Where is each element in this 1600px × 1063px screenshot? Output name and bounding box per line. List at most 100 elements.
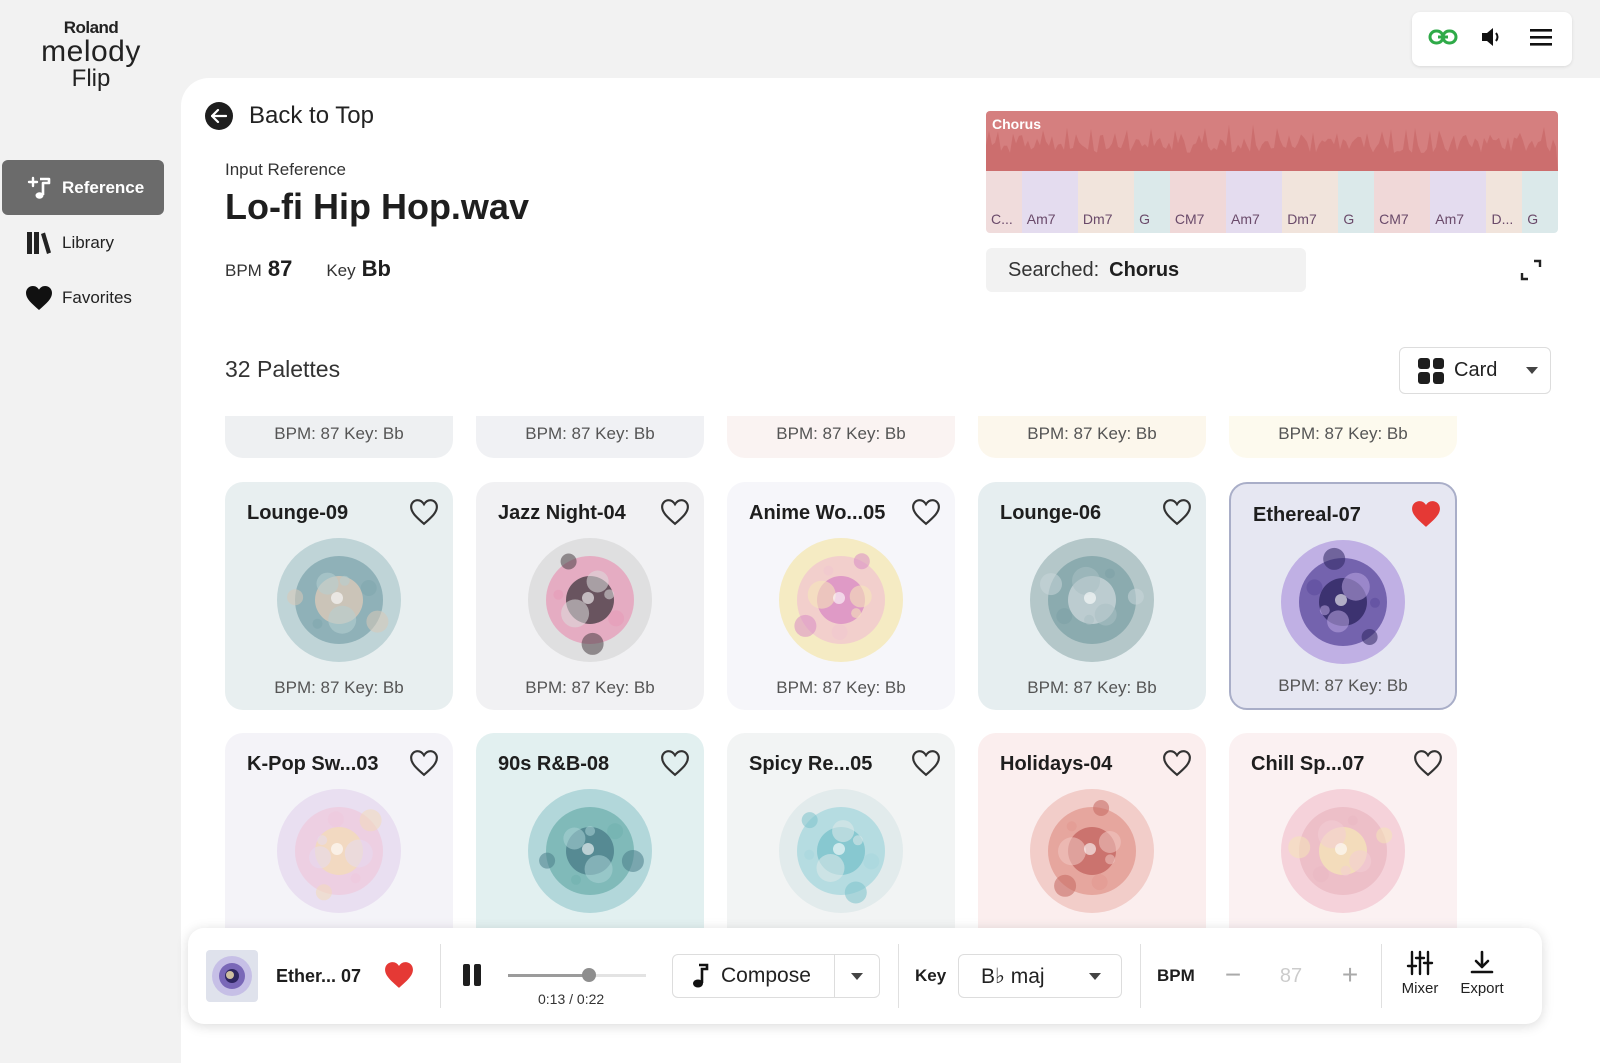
playback-time: 0:13 / 0:22 xyxy=(538,991,605,1007)
export-label: Export xyxy=(1460,980,1504,997)
palette-card[interactable]: Lounge-06 BPM: 87 Key: Bb xyxy=(978,482,1206,710)
favorite-button[interactable] xyxy=(1413,749,1443,779)
palette-card[interactable]: Anime Wo...05 BPM: 87 Key: Bb xyxy=(727,482,955,710)
mixer-button[interactable]: Mixer xyxy=(1392,948,1448,997)
palette-card[interactable]: Holidays-04 xyxy=(978,733,1206,961)
waveform-section: Chorus xyxy=(986,111,1558,171)
volume-button[interactable] xyxy=(1474,21,1510,57)
chord-label: G xyxy=(1527,211,1539,227)
searched-value: Chorus xyxy=(1109,258,1180,281)
palette-visual xyxy=(1022,530,1162,670)
palette-visual xyxy=(269,530,409,670)
view-mode-select[interactable]: Card xyxy=(1399,347,1551,394)
chord-label: CM7 xyxy=(1379,211,1409,227)
music-note-icon xyxy=(691,963,709,989)
logo-product: melody xyxy=(41,35,141,68)
section-label: Chorus xyxy=(992,116,1041,132)
chord-segment[interactable]: G xyxy=(1134,171,1170,233)
sidebar-item-label: Library xyxy=(62,232,114,252)
compose-control: Compose xyxy=(672,954,880,998)
palette-card[interactable]: BPM: 87 Key: Bb xyxy=(727,416,955,458)
favorite-button[interactable] xyxy=(1162,749,1192,779)
key-select[interactable]: B♭ maj xyxy=(958,954,1122,998)
palette-card[interactable]: Spicy Re...05 xyxy=(727,733,955,961)
waveform-graphic xyxy=(986,124,1558,171)
bpm-increment-button[interactable]: + xyxy=(1339,961,1361,990)
bpm-input[interactable] xyxy=(1252,954,1330,998)
chord-segment[interactable]: G xyxy=(1522,171,1558,233)
favorite-button[interactable] xyxy=(911,498,941,528)
library-books-icon xyxy=(24,228,54,258)
palette-card[interactable]: Ethereal-07 BPM: 87 Key: Bb xyxy=(1229,482,1457,710)
chord-segment[interactable]: Dm7 xyxy=(1077,171,1135,233)
favorite-button[interactable] xyxy=(409,749,439,779)
compose-dropdown-button[interactable] xyxy=(835,955,879,997)
menu-button[interactable] xyxy=(1523,21,1559,57)
heart-outline-icon xyxy=(410,499,438,526)
music-note-plus-icon xyxy=(24,173,54,203)
expand-button[interactable] xyxy=(1517,256,1545,284)
link-button[interactable] xyxy=(1425,21,1461,57)
chord-segment[interactable]: Am7 xyxy=(1226,171,1283,233)
chord-segment[interactable]: D... xyxy=(1486,171,1523,233)
sidebar-item-favorites[interactable]: Favorites xyxy=(2,270,164,325)
chord-segment[interactable]: CM7 xyxy=(1169,171,1227,233)
export-button[interactable]: Export xyxy=(1454,948,1510,997)
menu-icon xyxy=(1529,27,1553,52)
heart-icon xyxy=(24,283,54,313)
bpm-value: 87 xyxy=(267,256,293,281)
chord-segment[interactable]: Dm7 xyxy=(1282,171,1339,233)
favorite-button[interactable] xyxy=(660,498,690,528)
favorite-button[interactable] xyxy=(409,498,439,528)
palette-card[interactable]: Lounge-09 BPM: 87 Key: Bb xyxy=(225,482,453,710)
palette-meta: BPM: 87 Key: Bb xyxy=(274,424,404,443)
progress-knob[interactable] xyxy=(582,968,597,982)
palette-title: Chill Sp...07 xyxy=(1251,753,1365,775)
favorite-button[interactable] xyxy=(660,749,690,779)
chord-segment[interactable]: CM7 xyxy=(1374,171,1431,233)
palette-meta: BPM: 87 Key: Bb xyxy=(1278,676,1408,695)
palette-card[interactable]: BPM: 87 Key: Bb xyxy=(1229,416,1457,458)
now-playing-favorite-button[interactable] xyxy=(384,961,414,991)
bpm-decrement-button[interactable]: − xyxy=(1222,961,1244,990)
app-logo[interactable]: Roland melody Flip xyxy=(36,18,146,92)
favorite-button-active[interactable] xyxy=(1411,500,1441,530)
heart-outline-icon xyxy=(410,750,438,777)
palette-card[interactable]: Jazz Night-04 BPM: 87 Key: Bb xyxy=(476,482,704,710)
favorite-button[interactable] xyxy=(911,749,941,779)
now-playing-title: Ether... 07 xyxy=(276,966,362,986)
palette-card[interactable]: BPM: 87 Key: Bb xyxy=(978,416,1206,458)
chord-segment[interactable]: Am7 xyxy=(1021,171,1078,233)
chord-segment[interactable]: G xyxy=(1338,171,1375,233)
palette-meta: BPM: 87 Key: Bb xyxy=(525,678,655,697)
sidebar-item-reference[interactable]: Reference xyxy=(2,160,164,215)
searched-section: Searched: Chorus xyxy=(986,248,1306,292)
now-playing-thumbnail[interactable] xyxy=(206,950,258,1002)
palette-card[interactable]: Chill Sp...07 xyxy=(1229,733,1457,961)
reference-meta: BPM 87 Key Bb xyxy=(225,256,391,282)
palette-card[interactable]: BPM: 87 Key: Bb xyxy=(225,416,453,458)
chord-label: D... xyxy=(1491,211,1514,227)
sidebar-item-library[interactable]: Library xyxy=(2,215,164,270)
chord-segment[interactable]: C... xyxy=(986,171,1022,233)
heart-filled-icon xyxy=(384,962,414,993)
mixer-label: Mixer xyxy=(1401,980,1439,997)
chord-segment[interactable]: Am7 xyxy=(1430,171,1487,233)
heart-outline-icon xyxy=(1163,499,1191,526)
key-value: Bb xyxy=(361,256,391,281)
chord-label: G xyxy=(1343,211,1355,227)
back-to-top-button[interactable]: Back to Top xyxy=(205,102,374,130)
palette-visual xyxy=(1273,781,1413,921)
favorite-button[interactable] xyxy=(1162,498,1192,528)
palette-visual xyxy=(1022,781,1162,921)
pause-button[interactable] xyxy=(461,964,483,988)
playback-progress-slider[interactable] xyxy=(508,968,646,982)
compose-button[interactable]: Compose xyxy=(673,955,835,997)
palette-card[interactable]: BPM: 87 Key: Bb xyxy=(476,416,704,458)
palette-card[interactable]: 90s R&B-08 xyxy=(476,733,704,961)
waveform-chorus[interactable]: Chorus C... Am7 Dm7 G CM7 Am7 Dm7 G CM7 Am7 D... G xyxy=(986,111,1558,233)
divider xyxy=(1381,944,1382,1008)
palette-card[interactable]: K-Pop Sw...03 xyxy=(225,733,453,961)
palette-visual xyxy=(1273,532,1413,672)
chord-row: C... Am7 Dm7 G CM7 Am7 Dm7 G CM7 Am7 D... G xyxy=(986,171,1558,233)
